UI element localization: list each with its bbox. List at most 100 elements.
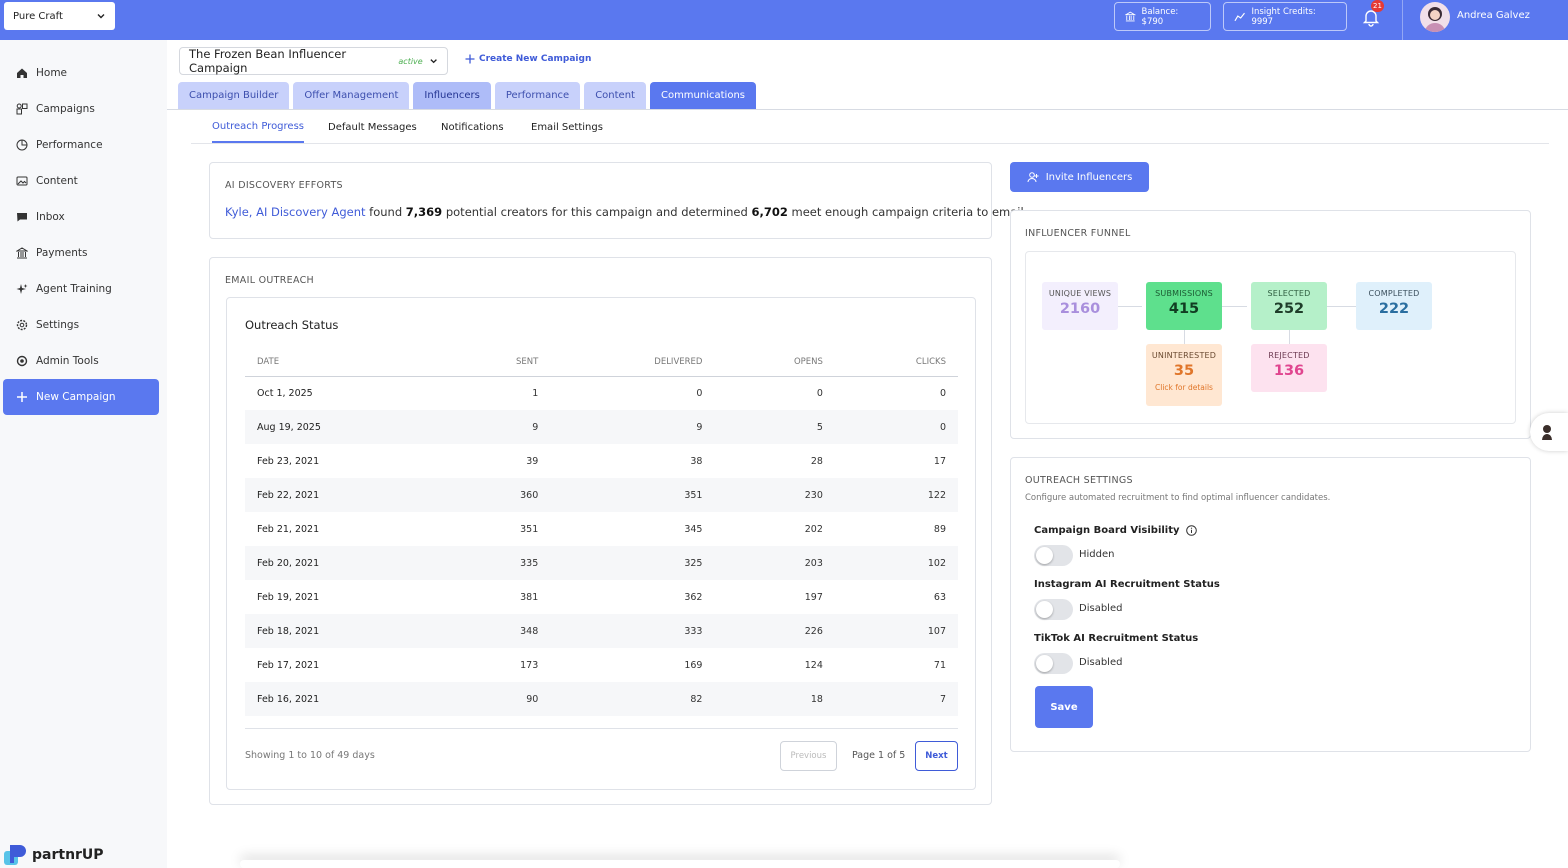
campaign-board-visibility-state: Hidden <box>1079 549 1115 560</box>
funnel-submissions[interactable]: SUBMISSIONS 415 <box>1146 282 1222 330</box>
user-name[interactable]: Andrea Galvez <box>1457 10 1530 21</box>
sidebar-item-label: Campaigns <box>36 103 95 115</box>
funnel-rejected[interactable]: REJECTED 136 <box>1251 344 1327 392</box>
funnel-connector <box>1222 306 1247 307</box>
next-page-button[interactable]: Next <box>915 741 958 771</box>
cell-delivered: 345 <box>684 523 703 535</box>
sidebar-item-label: Agent Training <box>36 283 112 295</box>
column-header-opens: OPENS <box>714 349 835 377</box>
table-row: Feb 21, 2021 351 345 202 89 <box>245 512 958 546</box>
campaign-board-visibility-toggle[interactable] <box>1034 545 1073 566</box>
credits-text: Insight Credits: 9997 <box>1251 6 1316 27</box>
table-footer-divider <box>245 728 958 729</box>
met-count: 6,702 <box>751 205 788 219</box>
tiktok-recruitment-toggle[interactable] <box>1034 653 1073 674</box>
instagram-recruitment-state: Disabled <box>1079 603 1123 614</box>
table-row: Feb 17, 2021 173 169 124 71 <box>245 648 958 682</box>
subtab-outreach-progress[interactable]: Outreach Progress <box>212 112 304 143</box>
tab-offer-management[interactable]: Offer Management <box>293 82 410 109</box>
topbar-divider <box>1402 0 1403 40</box>
cell-delivered: 351 <box>550 478 715 512</box>
info-icon[interactable] <box>1185 525 1197 536</box>
sidebar-item-agent-training[interactable]: Agent Training <box>3 271 159 307</box>
campaign-select[interactable]: The Frozen Bean Influencer Campaign acti… <box>179 47 448 75</box>
sidebar-item-home[interactable]: Home <box>3 55 159 91</box>
image-icon <box>16 176 28 186</box>
cell-sent: 335 <box>444 546 551 580</box>
sidebar-item-admin-tools[interactable]: Admin Tools <box>3 343 159 379</box>
invite-influencers-label: Invite Influencers <box>1045 171 1133 183</box>
campaign-name: The Frozen Bean Influencer Campaign <box>189 47 347 75</box>
organization-select[interactable]: Pure Craft <box>4 2 115 30</box>
insight-credits-button[interactable]: Insight Credits: 9997 <box>1223 2 1347 31</box>
funnel-diagram: UNIQUE VIEWS 2160 SUBMISSIONS 415 SELECT… <box>1025 251 1516 424</box>
sparkle-icon <box>16 284 28 294</box>
avatar[interactable] <box>1420 2 1450 32</box>
support-widget[interactable] <box>1530 413 1568 451</box>
tab-content[interactable]: Content <box>584 82 646 109</box>
tab-campaign-builder[interactable]: Campaign Builder <box>178 82 290 109</box>
cell-sent: 360 <box>444 478 551 512</box>
cell-delivered: 333 <box>550 614 715 648</box>
cell-opens: 202 <box>804 523 823 535</box>
gear-icon <box>16 319 28 331</box>
influencer-funnel-title: INFLUENCER FUNNEL <box>1025 228 1131 239</box>
sidebar-item-payments[interactable]: Payments <box>3 235 159 271</box>
plus-icon <box>465 54 475 64</box>
balance-text: Balance: $790 <box>1141 6 1179 27</box>
instagram-recruitment-toggle[interactable] <box>1034 599 1073 620</box>
cell-clicks: 7 <box>834 682 958 716</box>
pie-chart-icon <box>16 139 28 151</box>
cell-clicks: 89 <box>933 523 946 535</box>
main-content: The Frozen Bean Influencer Campaign acti… <box>167 40 1568 868</box>
agent-link[interactable]: Kyle, AI Discovery Agent <box>225 205 366 219</box>
cell-date: Feb 18, 2021 <box>245 614 445 648</box>
tab-influencers[interactable]: Influencers <box>413 82 491 109</box>
home-icon <box>17 68 27 78</box>
campaign-status: active <box>398 56 423 66</box>
instagram-recruitment-label: Instagram AI Recruitment Status <box>1034 579 1220 590</box>
subtab-notifications[interactable]: Notifications <box>441 112 504 143</box>
cell-date: Feb 21, 2021 <box>257 523 320 535</box>
tab-communications[interactable]: Communications <box>649 82 756 109</box>
column-header-delivered: DELIVERED <box>550 349 715 377</box>
sidebar-item-content[interactable]: Content <box>3 163 159 199</box>
funnel-selected[interactable]: SELECTED 252 <box>1251 282 1327 330</box>
cell-clicks: 0 <box>939 387 946 399</box>
rejected-value: 136 <box>1273 363 1305 379</box>
brand-logo[interactable]: partnrUP <box>4 843 104 867</box>
campaigns-icon <box>16 103 28 115</box>
funnel-completed[interactable]: COMPLETED 222 <box>1356 282 1432 330</box>
completed-value: 222 <box>1378 301 1410 317</box>
cell-delivered: 9 <box>550 410 715 444</box>
invite-influencers-button[interactable]: Invite Influencers <box>1010 162 1149 192</box>
sidebar-item-settings[interactable]: Settings <box>3 307 159 343</box>
balance-button[interactable]: Balance: $790 <box>1114 2 1211 31</box>
cell-date: Feb 23, 2021 <box>257 455 320 467</box>
new-campaign-button[interactable]: New Campaign <box>3 379 159 415</box>
summary-mid: potential creators for this campaign and… <box>445 205 748 219</box>
sidebar-item-inbox[interactable]: Inbox <box>3 199 159 235</box>
sidebar-item-campaigns[interactable]: Campaigns <box>3 91 159 127</box>
tab-performance[interactable]: Performance <box>494 82 581 109</box>
uninterested-details-link[interactable]: Click for details <box>1155 383 1213 392</box>
subtab-default-messages[interactable]: Default Messages <box>328 112 417 143</box>
cell-opens: 124 <box>804 659 823 671</box>
cell-clicks: 0 <box>834 410 958 444</box>
cell-opens: 230 <box>714 478 835 512</box>
funnel-uninterested[interactable]: UNINTERESTED 35 Click for details <box>1146 344 1222 406</box>
create-new-campaign-label: Create New Campaign <box>479 54 592 64</box>
cell-date: Oct 1, 2025 <box>257 387 313 399</box>
email-outreach-title: EMAIL OUTREACH <box>225 275 314 286</box>
previous-page-button[interactable]: Previous <box>780 741 837 771</box>
subtab-email-settings[interactable]: Email Settings <box>531 112 603 143</box>
cell-clicks: 107 <box>834 614 958 648</box>
create-new-campaign-link[interactable]: Create New Campaign <box>465 54 591 64</box>
cell-opens: 203 <box>714 546 835 580</box>
save-button[interactable]: Save <box>1035 686 1093 728</box>
sidebar-item-label: Home <box>36 67 68 79</box>
cell-date: Feb 22, 2021 <box>245 478 445 512</box>
tiktok-recruitment-label: TikTok AI Recruitment Status <box>1034 633 1199 644</box>
sidebar-item-performance[interactable]: Performance <box>3 127 159 163</box>
sidebar-item-label: New Campaign <box>36 391 116 403</box>
